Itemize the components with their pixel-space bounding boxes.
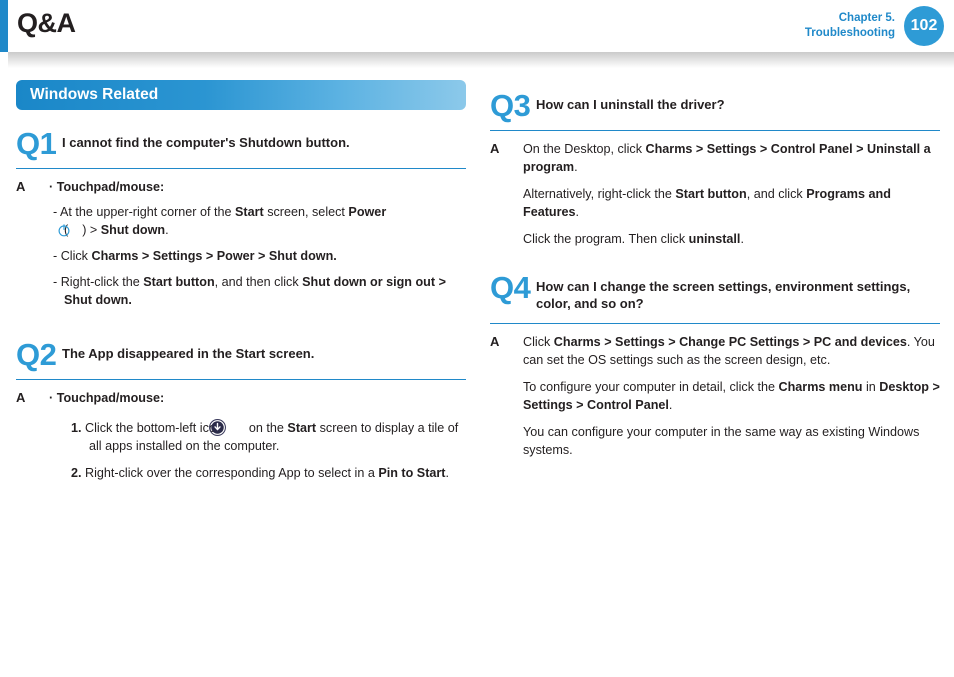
- text-seg: in: [862, 380, 880, 394]
- qa-block-q4: Q4 How can I change the screen settings,…: [490, 270, 940, 459]
- answer-body-q2: · Touchpad/mouse: 1. Click the bottom-le…: [49, 389, 466, 482]
- chapter-line-2: Troubleshooting: [804, 27, 895, 39]
- answer-paragraph: Alternatively, right-click the Start but…: [523, 185, 940, 221]
- a-label-q1: A: [16, 179, 26, 194]
- header-chapter-group: Chapter 5. Troubleshooting 102: [805, 6, 944, 46]
- text-seg: Click the program. Then click: [523, 232, 689, 246]
- text-seg: on the: [245, 421, 288, 435]
- answer-paragraph: On the Desktop, click Charms > Settings …: [523, 140, 940, 176]
- answer-paragraph: Click Charms > Settings > Change PC Sett…: [523, 333, 940, 369]
- question-text-q1: I cannot find the computer's Shutdown bu…: [62, 135, 350, 150]
- answer-item-q1-2: - Click Charms > Settings > Power > Shut…: [49, 247, 466, 265]
- bullet-head-q1: · Touchpad/mouse:: [49, 180, 165, 194]
- header-shadow: [8, 52, 954, 68]
- list-marker: 1.: [71, 421, 82, 435]
- text-seg: You can configure your computer in the s…: [523, 425, 920, 457]
- text-seg: .: [575, 205, 580, 219]
- bullet-head-q2: · Touchpad/mouse:: [49, 391, 165, 405]
- section-banner-label: Windows Related: [30, 86, 159, 103]
- answer-paragraph: You can configure your computer in the s…: [523, 423, 940, 459]
- text-bold: Start: [287, 421, 317, 435]
- page-header: Q&A Chapter 5. Troubleshooting 102: [0, 0, 954, 52]
- text-seg: .: [668, 398, 673, 412]
- text-seg: Click: [523, 335, 554, 349]
- list-item: 1. Click the bottom-left icon on the Sta…: [71, 419, 466, 455]
- question-row-q2: Q2 The App disappeared in the Start scre…: [16, 337, 466, 372]
- answer-item-q1-1: - At the upper-right corner of the Start…: [53, 205, 387, 237]
- question-text-q4: How can I change the screen settings, en…: [536, 279, 911, 311]
- qa-block-q2: Q2 The App disappeared in the Start scre…: [16, 337, 466, 482]
- text-bold: Start: [235, 205, 264, 219]
- answer-row-q1: A · Touchpad/mouse: - At the upper-right…: [16, 178, 466, 317]
- text-bold: Shut down: [100, 223, 166, 237]
- text-seg: , and click: [746, 187, 807, 201]
- answer-body-q3: On the Desktop, click Charms > Settings …: [523, 140, 940, 248]
- list-marker: 2.: [71, 466, 82, 480]
- question-text-q2: The App disappeared in the Start screen.: [62, 346, 315, 361]
- text-seg: , and then click: [214, 275, 303, 289]
- right-column: Q3 How can I uninstall the driver? A On …: [490, 80, 940, 486]
- qa-block-q1: Q1 I cannot find the computer's Shutdown…: [16, 126, 466, 317]
- text-bold: Start button: [675, 187, 747, 201]
- divider-q4: [490, 323, 940, 324]
- text-bold: Power: [348, 205, 387, 219]
- text-seg: Alternatively, right-click the: [523, 187, 676, 201]
- q-label-q2: Q2: [16, 337, 57, 372]
- question-text-q3: How can I uninstall the driver?: [536, 97, 725, 112]
- power-icon: [58, 223, 82, 237]
- answer-row-q4: A Click Charms > Settings > Change PC Se…: [490, 333, 940, 459]
- text-bold: Pin to Start: [378, 466, 446, 480]
- header-accent-bar: [0, 0, 8, 52]
- text-seg: .: [445, 466, 450, 480]
- section-banner-windows-related: Windows Related: [16, 80, 466, 110]
- text-seg: - At the upper-right corner of the: [53, 205, 236, 219]
- text-bold: uninstall: [688, 232, 741, 246]
- answer-row-q2: A · Touchpad/mouse: 1. Click the bottom-…: [16, 389, 466, 482]
- text-seg: To configure your computer in detail, cl…: [523, 380, 779, 394]
- content-area: Windows Related Q1 I cannot find the com…: [0, 80, 954, 486]
- question-row-q4: Q4 How can I change the screen settings,…: [490, 270, 940, 312]
- page-title: Q&A: [17, 8, 76, 38]
- text-seg: - Right-click the: [53, 275, 144, 289]
- text-bold: Start button: [143, 275, 215, 289]
- text-bold: Charms > Settings > Change PC Settings >…: [553, 335, 907, 349]
- question-row-q3: Q3 How can I uninstall the driver?: [490, 88, 940, 123]
- answer-body-q4: Click Charms > Settings > Change PC Sett…: [523, 333, 940, 459]
- text-seg: Click the bottom-left icon: [81, 421, 227, 435]
- text-bold: Charms menu: [778, 380, 863, 394]
- a-label-q4: A: [490, 334, 500, 349]
- a-label-q2: A: [16, 390, 26, 405]
- left-column: Windows Related Q1 I cannot find the com…: [16, 80, 466, 486]
- answer-paragraph: Click the program. Then click uninstall.: [523, 230, 940, 248]
- text-seg: - Click: [53, 249, 92, 263]
- text-seg: .: [574, 160, 578, 174]
- download-arrow-circle-icon: [209, 419, 244, 436]
- numbered-list-q2: 1. Click the bottom-left icon on the Sta…: [49, 419, 466, 482]
- divider-q2: [16, 379, 466, 380]
- q-label-q1: Q1: [16, 126, 57, 161]
- text-seg: .: [165, 223, 169, 237]
- answer-row-q3: A On the Desktop, click Charms > Setting…: [490, 140, 940, 248]
- answer-item-q1-3: - Right-click the Start button, and then…: [49, 273, 466, 309]
- text-seg: .: [740, 232, 744, 246]
- chapter-label: Chapter 5. Troubleshooting: [805, 11, 895, 41]
- text-seg: Right-click over the corresponding App t…: [81, 466, 379, 480]
- text-bold: Charms > Settings > Power > Shut down.: [91, 249, 337, 263]
- question-row-q1: Q1 I cannot find the computer's Shutdown…: [16, 126, 466, 161]
- q-label-q3: Q3: [490, 88, 531, 123]
- qa-block-q3: Q3 How can I uninstall the driver? A On …: [490, 88, 940, 248]
- divider-q3: [490, 130, 940, 131]
- divider-q1: [16, 168, 466, 169]
- text-seg: On the Desktop, click: [523, 142, 646, 156]
- chapter-line-1: Chapter 5.: [838, 12, 895, 24]
- list-item: 2. Right-click over the corresponding Ap…: [71, 464, 466, 482]
- a-label-q3: A: [490, 141, 500, 156]
- q-label-q4: Q4: [490, 270, 531, 305]
- answer-paragraph: To configure your computer in detail, cl…: [523, 378, 940, 414]
- text-seg: ) >: [82, 223, 101, 237]
- answer-body-q1: · Touchpad/mouse: - At the upper-right c…: [49, 178, 466, 317]
- page-number-badge: 102: [904, 6, 944, 46]
- text-seg: screen, select: [263, 205, 349, 219]
